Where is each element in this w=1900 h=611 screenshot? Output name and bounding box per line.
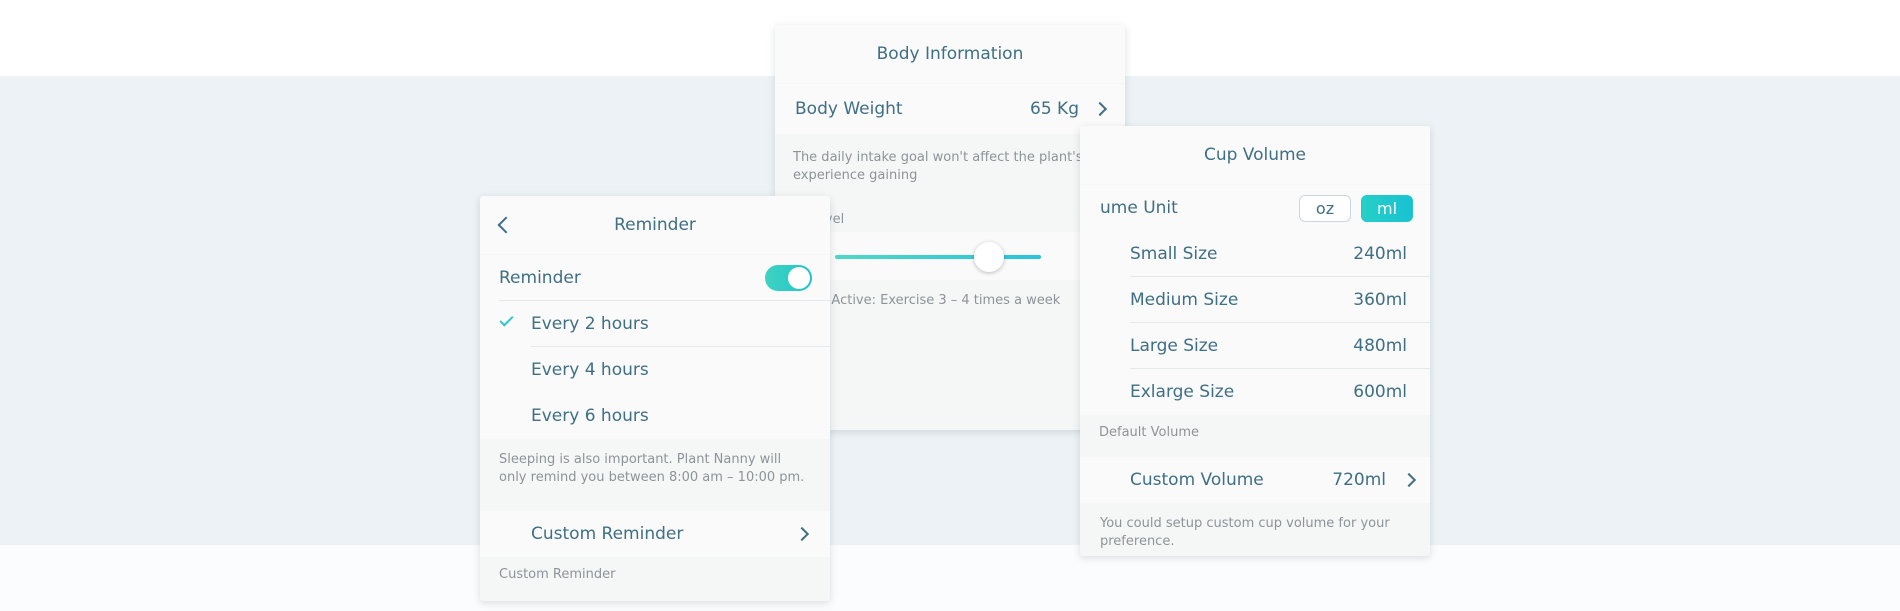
list-item[interactable]: Medium Size 360ml [1080, 277, 1430, 323]
list-item[interactable]: Small Size 240ml [1080, 231, 1430, 277]
size-name: Small Size [1130, 244, 1218, 264]
bottom-band [0, 545, 1900, 611]
back-arrow-icon[interactable] [497, 216, 515, 234]
checkmark-icon [499, 312, 514, 327]
chevron-right-icon [794, 526, 810, 542]
panel-title: Reminder [614, 215, 696, 235]
list-item[interactable]: Every 6 hours [480, 393, 830, 439]
size-name: Medium Size [1130, 290, 1239, 310]
reminder-toggle-label: Reminder [499, 268, 581, 288]
body-weight-value-group: 65 Kg [1030, 99, 1108, 119]
size-value: 600ml [1353, 382, 1407, 402]
list-item[interactable]: Every 2 hours [480, 301, 830, 347]
slider-track [835, 255, 1041, 259]
unit-ml-button[interactable]: ml [1361, 194, 1413, 222]
volume-unit-label: ume Unit [1100, 198, 1178, 218]
unit-oz-button[interactable]: oz [1299, 194, 1351, 222]
default-volume-label: Default Volume [1099, 425, 1199, 440]
body-weight-row[interactable]: Body Weight 65 Kg [775, 84, 1125, 134]
size-value: 360ml [1353, 290, 1407, 310]
reminder-toggle-row: Reminder [480, 255, 830, 301]
custom-volume-label: Custom Volume [1130, 470, 1264, 490]
volume-unit-row: ume Unit oz ml [1080, 185, 1430, 231]
panel-title: Body Information [775, 25, 1125, 83]
size-value: 480ml [1353, 336, 1407, 356]
list-item[interactable]: Every 4 hours [480, 347, 830, 393]
slider-knob[interactable] [974, 242, 1004, 272]
custom-reminder-label: Custom Reminder [531, 524, 684, 544]
list-item[interactable]: Exlarge Size 600ml [1080, 369, 1430, 415]
custom-volume-value-group: 720ml [1332, 470, 1417, 490]
sleeping-note: Sleeping is also important. Plant Nanny … [499, 452, 805, 485]
reminder-toggle[interactable] [765, 265, 812, 291]
panel-header: Reminder [480, 196, 830, 254]
custom-reminder-footer: Custom Reminder [499, 567, 616, 582]
size-name: Exlarge Size [1130, 382, 1235, 402]
option-label: Every 2 hours [531, 314, 649, 334]
body-weight-value: 65 Kg [1030, 99, 1079, 119]
custom-volume-value: 720ml [1332, 470, 1386, 490]
custom-volume-note: You could setup custom cup volume for yo… [1100, 516, 1390, 549]
chevron-right-icon [1401, 472, 1417, 488]
unit-segmented-control: oz ml [1299, 194, 1413, 222]
panel-title: Cup Volume [1080, 126, 1430, 184]
list-item[interactable]: Large Size 480ml [1080, 323, 1430, 369]
cup-volume-panel: Cup Volume ume Unit oz ml Small Size 240… [1080, 126, 1430, 556]
option-label: Every 6 hours [531, 406, 649, 426]
custom-volume-row[interactable]: Custom Volume 720ml [1080, 457, 1430, 503]
option-label: Every 4 hours [531, 360, 649, 380]
custom-reminder-row[interactable]: Custom Reminder [480, 511, 830, 557]
size-value: 240ml [1353, 244, 1407, 264]
reminder-panel: Reminder Reminder Every 2 hours Every 4 … [480, 196, 830, 601]
size-name: Large Size [1130, 336, 1219, 356]
chevron-right-icon [1092, 101, 1108, 117]
body-weight-label: Body Weight [795, 99, 903, 119]
